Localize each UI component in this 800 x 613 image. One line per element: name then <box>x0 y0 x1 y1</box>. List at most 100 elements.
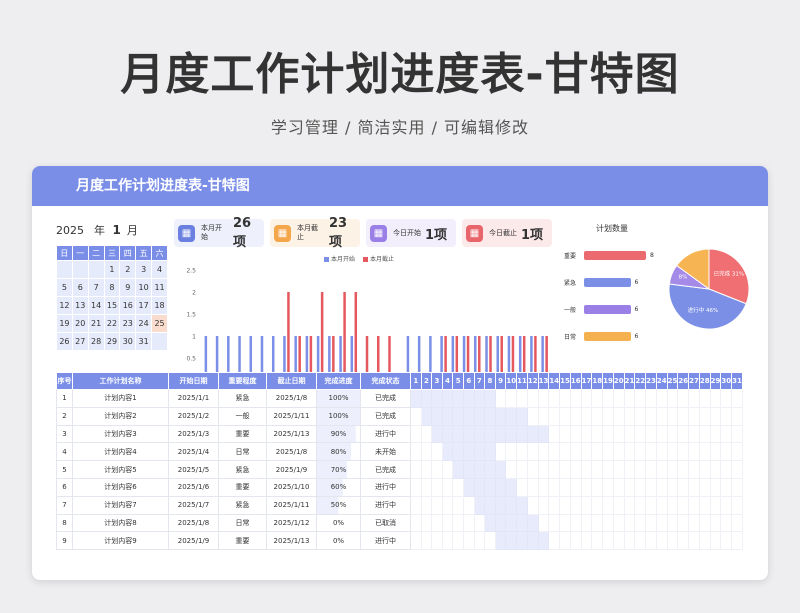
calendar-day[interactable]: 26 <box>56 332 73 351</box>
calendar-day[interactable]: 12 <box>56 296 73 315</box>
progress[interactable]: 80% <box>316 442 361 462</box>
start-date[interactable]: 2025/1/2 <box>168 406 219 426</box>
status[interactable]: 已完成 <box>360 389 411 408</box>
progress[interactable]: 70% <box>316 460 361 479</box>
start-date[interactable]: 2025/1/3 <box>168 424 219 444</box>
status[interactable]: 已取消 <box>360 513 411 533</box>
end-date[interactable]: 2025/1/11 <box>266 495 317 515</box>
calendar-day[interactable] <box>151 332 168 351</box>
plan-name[interactable]: 计划内容3 <box>72 424 169 444</box>
importance[interactable]: 重要 <box>218 477 267 497</box>
table-row[interactable]: 6 计划内容6 2025/1/6 重要 2025/1/10 60% 进行中 <box>56 477 743 497</box>
end-date[interactable]: 2025/1/12 <box>266 513 317 533</box>
calendar-day[interactable]: 9 <box>119 278 137 297</box>
calendar-day[interactable]: 11 <box>151 278 168 297</box>
status[interactable]: 进行中 <box>360 495 411 515</box>
end-date[interactable]: 2025/1/13 <box>266 424 317 444</box>
calendar-day[interactable]: 21 <box>87 314 105 333</box>
table-row[interactable]: 3 计划内容3 2025/1/3 重要 2025/1/13 90% 进行中 <box>56 424 743 444</box>
start-date[interactable]: 2025/1/4 <box>168 442 219 462</box>
calendar-day[interactable]: 7 <box>87 278 105 297</box>
table-row[interactable]: 4 计划内容4 2025/1/4 日常 2025/1/8 80% 未开始 <box>56 442 743 462</box>
calendar-day[interactable]: 22 <box>103 314 121 333</box>
calendar-day[interactable]: 8 <box>103 278 121 297</box>
end-date[interactable]: 2025/1/8 <box>266 389 317 408</box>
calendar-day[interactable]: 19 <box>56 314 73 333</box>
status[interactable]: 未开始 <box>360 442 411 462</box>
calendar-day[interactable]: 18 <box>151 296 168 315</box>
importance[interactable]: 日常 <box>218 442 267 462</box>
end-date[interactable]: 2025/1/8 <box>266 442 317 462</box>
calendar-day[interactable]: 20 <box>71 314 89 333</box>
start-date[interactable]: 2025/1/9 <box>168 531 219 551</box>
importance[interactable]: 重要 <box>218 424 267 444</box>
calendar-day[interactable]: 24 <box>135 314 153 333</box>
start-date[interactable]: 2025/1/6 <box>168 477 219 497</box>
plan-name[interactable]: 计划内容5 <box>72 460 169 479</box>
importance[interactable]: 紧急 <box>218 495 267 515</box>
importance[interactable]: 紧急 <box>218 389 267 408</box>
calendar-day[interactable] <box>87 260 105 279</box>
calendar-day[interactable]: 28 <box>87 332 105 351</box>
table-row[interactable]: 2 计划内容2 2025/1/2 一般 2025/1/11 100% 已完成 <box>56 406 743 426</box>
calendar-day[interactable] <box>71 260 89 279</box>
status[interactable]: 进行中 <box>360 531 411 551</box>
plan-name[interactable]: 计划内容2 <box>72 406 169 426</box>
end-date[interactable]: 2025/1/10 <box>266 477 317 497</box>
progress[interactable]: 100% <box>316 406 361 426</box>
calendar-day[interactable]: 2 <box>119 260 137 279</box>
calendar-day[interactable]: 15 <box>103 296 121 315</box>
calendar-day[interactable]: 6 <box>71 278 89 297</box>
calendar-day[interactable]: 29 <box>103 332 121 351</box>
plan-name[interactable]: 计划内容9 <box>72 531 169 551</box>
plan-name[interactable]: 计划内容1 <box>72 389 169 408</box>
calendar-day[interactable]: 4 <box>151 260 168 279</box>
calendar-day[interactable]: 25 <box>151 314 168 333</box>
table-row[interactable]: 7 计划内容7 2025/1/7 紧急 2025/1/11 50% 进行中 <box>56 495 743 515</box>
plan-name[interactable]: 计划内容8 <box>72 513 169 533</box>
end-date[interactable]: 2025/1/9 <box>266 460 317 479</box>
calendar-day[interactable]: 5 <box>56 278 73 297</box>
progress[interactable]: 60% <box>316 477 361 497</box>
plan-name[interactable]: 计划内容6 <box>72 477 169 497</box>
table-row[interactable]: 5 计划内容5 2025/1/5 紧急 2025/1/9 70% 已完成 <box>56 460 743 479</box>
end-date[interactable]: 2025/1/13 <box>266 531 317 551</box>
status[interactable]: 已完成 <box>360 460 411 479</box>
calendar-day[interactable]: 17 <box>135 296 153 315</box>
start-date[interactable]: 2025/1/1 <box>168 389 219 408</box>
calendar-day[interactable]: 10 <box>135 278 153 297</box>
calendar-day[interactable]: 23 <box>119 314 137 333</box>
progress[interactable]: 100% <box>316 389 361 408</box>
calendar-day[interactable]: 13 <box>71 296 89 315</box>
plan-name[interactable]: 计划内容4 <box>72 442 169 462</box>
progress[interactable]: 50% <box>316 495 361 515</box>
end-date[interactable]: 2025/1/11 <box>266 406 317 426</box>
status[interactable]: 已完成 <box>360 406 411 426</box>
progress[interactable]: 90% <box>316 424 361 444</box>
month-value[interactable]: 1 <box>113 223 121 237</box>
importance[interactable]: 重要 <box>218 531 267 551</box>
start-date[interactable]: 2025/1/7 <box>168 495 219 515</box>
year-value[interactable]: 2025 <box>56 224 84 237</box>
start-date[interactable]: 2025/1/5 <box>168 460 219 479</box>
calendar-day[interactable]: 1 <box>103 260 121 279</box>
calendar-day[interactable]: 27 <box>71 332 89 351</box>
importance[interactable]: 一般 <box>218 406 267 426</box>
status[interactable]: 进行中 <box>360 477 411 497</box>
table-row[interactable]: 9 计划内容9 2025/1/9 重要 2025/1/13 0% 进行中 <box>56 531 743 551</box>
calendar-day[interactable] <box>56 260 73 279</box>
status[interactable]: 进行中 <box>360 424 411 444</box>
importance[interactable]: 日常 <box>218 513 267 533</box>
start-date[interactable]: 2025/1/8 <box>168 513 219 533</box>
plan-name[interactable]: 计划内容7 <box>72 495 169 515</box>
calendar-day[interactable]: 3 <box>135 260 153 279</box>
progress[interactable]: 0% <box>316 531 361 551</box>
calendar-day[interactable]: 30 <box>119 332 137 351</box>
importance[interactable]: 紧急 <box>218 460 267 479</box>
table-row[interactable]: 1 计划内容1 2025/1/1 紧急 2025/1/8 100% 已完成 <box>56 389 743 408</box>
progress[interactable]: 0% <box>316 513 361 533</box>
calendar-day[interactable]: 14 <box>87 296 105 315</box>
calendar-day[interactable]: 16 <box>119 296 137 315</box>
table-row[interactable]: 8 计划内容8 2025/1/8 日常 2025/1/12 0% 已取消 <box>56 513 743 533</box>
calendar-day[interactable]: 31 <box>135 332 153 351</box>
